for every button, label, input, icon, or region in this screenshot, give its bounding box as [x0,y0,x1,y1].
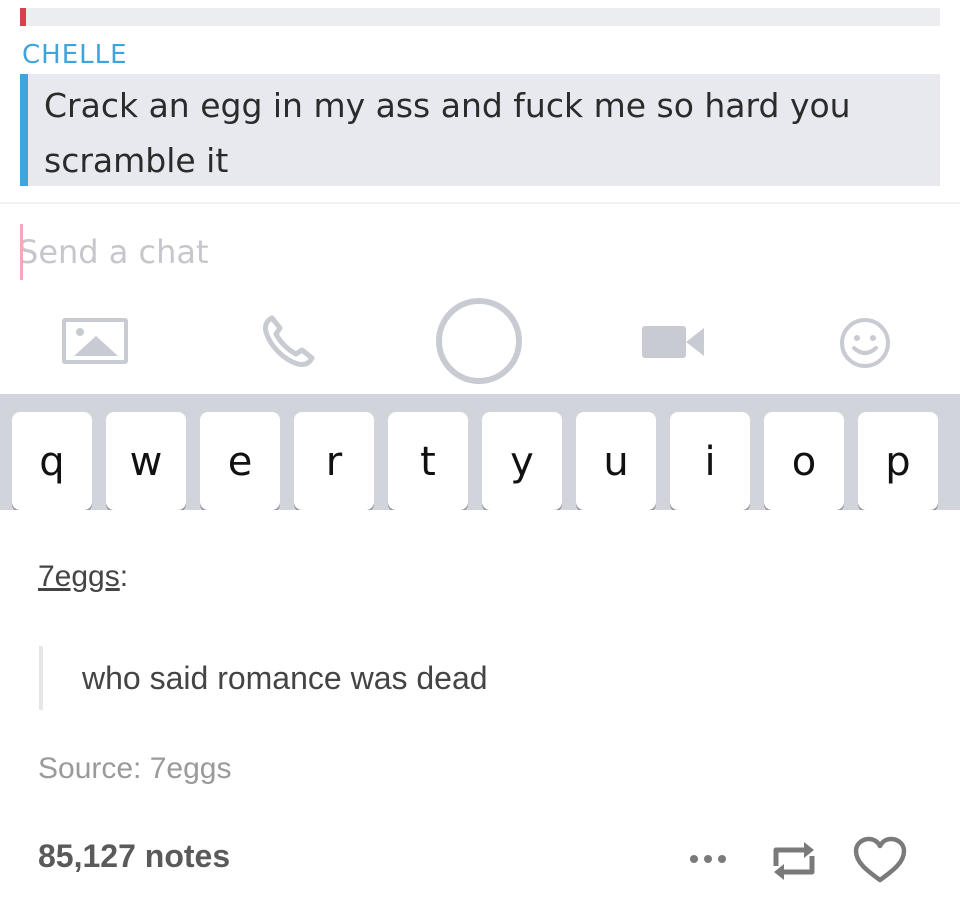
key-t[interactable]: t [388,412,468,510]
post-username: 7eggs: [38,560,128,594]
heart-icon[interactable] [852,836,908,886]
video-icon[interactable] [640,322,706,362]
post-source: Source: 7eggs [38,752,231,786]
key-o[interactable]: o [764,412,844,510]
reblog-icon[interactable] [766,836,822,886]
message-text: Crack an egg in my ass and fuck me so ha… [44,86,851,180]
capture-button[interactable] [436,298,522,384]
key-w[interactable]: w [106,412,186,510]
source-link[interactable]: 7eggs [150,752,232,785]
username-link[interactable]: 7eggs [38,560,120,593]
previous-message-bar [20,8,26,26]
sun-shape [76,328,84,336]
previous-message-bubble [20,8,940,26]
key-i[interactable]: i [670,412,750,510]
snapchat-screenshot: CHELLE Crack an egg in my ass and fuck m… [0,0,960,510]
sender-name: CHELLE [22,40,128,70]
reply-text: who said romance was dead [82,660,488,696]
quote-bar [39,646,43,710]
phone-icon[interactable] [258,312,318,372]
key-u[interactable]: u [576,412,656,510]
key-e[interactable]: e [200,412,280,510]
key-q[interactable]: q [12,412,92,510]
keyboard: q w e r t y u i o p [0,394,960,510]
mountain-shape [74,336,118,356]
key-r[interactable]: r [294,412,374,510]
key-p[interactable]: p [858,412,938,510]
source-label: Source: [38,752,150,785]
more-icon[interactable] [686,844,742,874]
smile-icon[interactable] [838,316,892,370]
key-y[interactable]: y [482,412,562,510]
divider [0,202,960,204]
notes-count[interactable]: 85,127 notes [38,838,230,875]
text-cursor [20,224,23,280]
image-icon[interactable] [62,318,128,364]
username-colon: : [119,560,129,593]
message-bar [20,74,28,186]
chat-input[interactable] [18,222,618,282]
